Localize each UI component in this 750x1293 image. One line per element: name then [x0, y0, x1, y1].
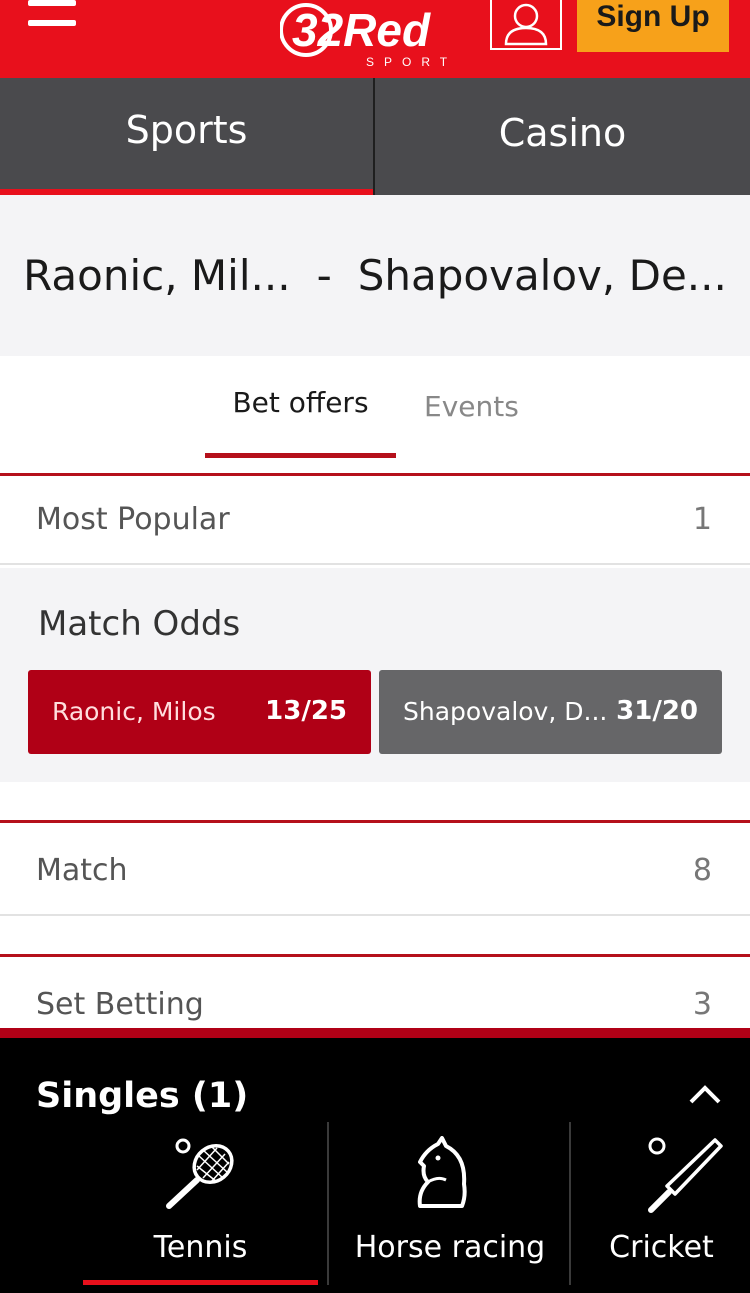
odds-button-home[interactable]: Raonic, Milos 13/25 — [28, 670, 371, 754]
section-title: Most Popular — [36, 502, 230, 537]
horse-head-icon — [417, 1136, 467, 1208]
outcome-price: 31/20 — [616, 696, 698, 726]
sport-nav-tennis[interactable]: Tennis — [83, 1126, 318, 1293]
tab-sports[interactable]: Sports — [0, 78, 373, 195]
active-sport-indicator — [83, 1280, 318, 1285]
away-player: Shapovalov, De... — [357, 251, 727, 300]
sport-nav-horse-racing[interactable]: Horse racing — [330, 1126, 570, 1293]
section-most-popular[interactable]: Most Popular 1 — [0, 473, 750, 565]
betslip-bar: Singles (1) Tennis Horse racing Cricket — [0, 1038, 750, 1293]
top-header: 32Red SPORT Sign Up — [0, 0, 750, 78]
match-odds-card: Match Odds Raonic, Milos 13/25 Shapovalo… — [0, 568, 750, 782]
nav-divider — [569, 1122, 571, 1285]
section-match[interactable]: Match 8 — [0, 820, 750, 916]
outcome-name: Shapovalov, D... — [403, 697, 608, 726]
betslip-top-border — [0, 1028, 750, 1038]
sub-tabs: Bet offers Events — [0, 356, 750, 458]
odds-button-away[interactable]: Shapovalov, D... 31/20 — [379, 670, 722, 754]
signup-button[interactable]: Sign Up — [577, 0, 729, 52]
section-count: 8 — [692, 853, 712, 888]
outcome-price: 13/25 — [265, 696, 347, 726]
section-count: 1 — [692, 502, 712, 537]
outcome-name: Raonic, Milos — [52, 697, 216, 726]
sport-nav-label: Tennis — [153, 1230, 248, 1265]
brand-logo[interactable]: 32Red SPORT — [280, 0, 470, 72]
account-button[interactable] — [490, 0, 562, 50]
tennis-racket-icon — [166, 1138, 234, 1209]
nav-divider — [327, 1122, 329, 1285]
match-odds-heading: Match Odds — [38, 604, 241, 644]
section-count: 3 — [692, 987, 712, 1022]
cricket-bat-icon — [648, 1137, 723, 1213]
tab-bet-offers[interactable]: Bet offers — [205, 386, 396, 458]
user-icon — [504, 3, 548, 46]
main-tabs: Sports Casino — [0, 78, 750, 195]
section-title: Match — [36, 853, 128, 888]
match-title: Raonic, Mil... - Shapovalov, De... — [0, 195, 750, 356]
betslip-title[interactable]: Singles (1) — [36, 1076, 248, 1116]
home-player: Raonic, Mil... — [23, 251, 291, 300]
sport-nav-cricket[interactable]: Cricket — [573, 1126, 750, 1293]
tab-casino[interactable]: Casino — [375, 78, 750, 195]
svg-text:32Red: 32Red — [292, 4, 431, 56]
svg-text:SPORT: SPORT — [366, 55, 457, 69]
match-separator: - — [316, 251, 332, 300]
section-title: Set Betting — [36, 987, 204, 1022]
section-set-betting[interactable]: Set Betting 3 — [0, 954, 750, 1034]
chevron-up-icon[interactable] — [688, 1082, 722, 1106]
hamburger-menu-icon[interactable] — [28, 0, 76, 32]
tab-events[interactable]: Events — [424, 390, 519, 423]
sport-nav-label: Cricket — [609, 1230, 714, 1265]
sport-nav-label: Horse racing — [354, 1230, 546, 1265]
